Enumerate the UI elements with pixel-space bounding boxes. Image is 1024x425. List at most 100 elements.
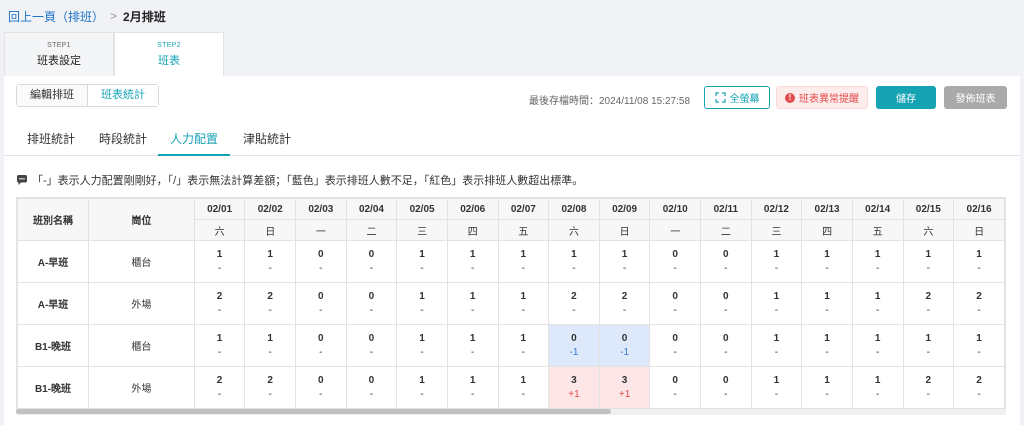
staff-count: 0 [723,332,729,344]
staff-count: 2 [976,374,982,386]
staff-count-cell: 1- [396,282,448,325]
post-cell: 櫃台 [88,240,195,283]
staff-diff: - [825,346,829,358]
staff-diff: +1 [568,388,580,400]
step-1-tab[interactable]: STEP1 班表設定 [4,32,114,76]
staff-diff: - [369,346,374,358]
fullscreen-label: 全螢幕 [729,94,760,105]
legend-text: 「-」表示人力配置剛剛好，「/」表示無法計算差額；「藍色」表示排班人數不足，「紅… [32,175,584,187]
staff-count: 2 [976,290,982,302]
staff-diff: - [217,262,222,274]
staff-diff: - [876,346,880,358]
header-weekday: 六 [902,219,955,241]
header-weekday: 日 [598,219,651,241]
staff-count: 1 [874,290,881,302]
staff-diff: - [825,388,829,400]
staff-count-cell: 1- [497,240,550,283]
staff-count-cell: 2- [193,282,246,325]
tab-schedule-stats[interactable]: 排班統計 [16,123,86,156]
staff-count-cell: 1- [801,366,853,408]
staff-count: 1 [216,248,223,260]
save-button[interactable]: 儲存 [876,86,936,109]
staff-count-cell: 0- [295,366,347,408]
staff-count-cell: 1- [446,366,499,408]
step-tabs: STEP1 班表設定 STEP2 班表 [4,32,224,77]
staff-count: 0 [368,332,375,344]
staff-diff: - [977,304,981,316]
staff-diff: - [217,346,222,358]
staff-diff: - [369,304,374,316]
scrollbar-thumb[interactable] [16,409,611,414]
staff-diff: - [319,346,323,358]
header-date: 02/03 [295,198,347,220]
schedule-alert-button[interactable]: ! 班表異常提醒 [776,86,868,109]
staff-count: 1 [571,248,577,260]
header-weekday: 四 [801,219,853,241]
staff-count: 0 [368,374,375,386]
step-1-name: 班表設定 [37,54,81,67]
staff-count-cell: 1- [548,240,600,283]
staff-count-cell: 1- [446,324,499,367]
staff-count-cell: 0- [345,324,398,367]
header-date: 02/12 [750,198,803,220]
staff-count-cell: 2- [244,366,297,408]
staff-diff: - [673,304,677,316]
staff-diff: - [622,262,627,274]
staff-count: 1 [520,248,527,260]
staff-count-cell: 1- [446,240,499,283]
staff-diff: - [521,262,525,274]
staff-count: 1 [824,332,830,344]
staff-diff: - [369,388,374,400]
staff-count: 1 [773,290,780,302]
staff-count-cell: 1- [446,282,499,325]
post-cell: 外場 [88,282,195,325]
staff-count: 1 [520,332,527,344]
header-date: 02/05 [396,198,448,220]
header-weekday: 六 [548,219,600,241]
staff-diff: - [471,388,475,400]
staff-count-cell: 0- [649,324,702,367]
staff-count: 2 [571,290,577,302]
staff-count-cell: 0- [295,324,347,367]
staff-count-cell: 2- [953,282,1005,325]
staff-count: 0 [318,374,324,386]
back-link[interactable]: 回上一頁（排班） [8,8,104,25]
staff-count: 2 [267,374,273,386]
tab-period-stats[interactable]: 時段統計 [88,123,158,156]
table-row: A-早班 外場 2-2-0-0-1-1-1-2-2-0-0-1-1-1-2-2- [17,282,1005,325]
staff-diff: -1 [620,346,630,358]
step-2-tab[interactable]: STEP2 班表 [114,32,224,77]
edit-schedule-toggle[interactable]: 編輯排班 [17,85,87,106]
staff-count-cell: 2- [902,282,955,325]
staff-count: 1 [874,248,881,260]
publish-button[interactable]: 發佈班表 [944,86,1007,109]
staff-count-cell: 2- [953,366,1005,408]
staff-count: 1 [419,332,425,344]
staff-count-cell: 1- [396,366,448,408]
last-saved-time: 最後存檔時間：2024/11/08 15:27:58 [529,96,691,107]
staff-count: 2 [267,290,273,302]
staff-count-cell: 2- [244,282,297,325]
staff-count-cell: 3 +1 [598,366,651,408]
tab-staffing[interactable]: 人力配置 [158,123,230,156]
staff-count: 1 [925,332,932,344]
staff-count: 1 [469,374,476,386]
horizontal-scrollbar[interactable] [16,409,1006,415]
header-post: 崗位 [88,198,195,241]
staff-count-cell: 1- [801,240,853,283]
staff-diff: - [420,304,424,316]
staff-count: 2 [925,290,932,302]
staff-count: 0 [723,248,729,260]
fullscreen-button[interactable]: 全螢幕 [704,86,770,109]
staff-diff: - [977,262,981,274]
header-date: 02/01 [193,198,246,220]
staff-diff: - [774,304,779,316]
view-toggle: 編輯排班 班表統計 [16,84,159,107]
staff-count: 1 [976,248,982,260]
schedule-stats-toggle[interactable]: 班表統計 [87,85,158,106]
staff-diff: - [825,262,829,274]
staff-count: 0 [723,374,729,386]
tab-allowance-stats[interactable]: 津貼統計 [232,123,302,156]
staff-count: 3 [621,374,628,386]
staff-count-cell: 0- [700,366,752,408]
